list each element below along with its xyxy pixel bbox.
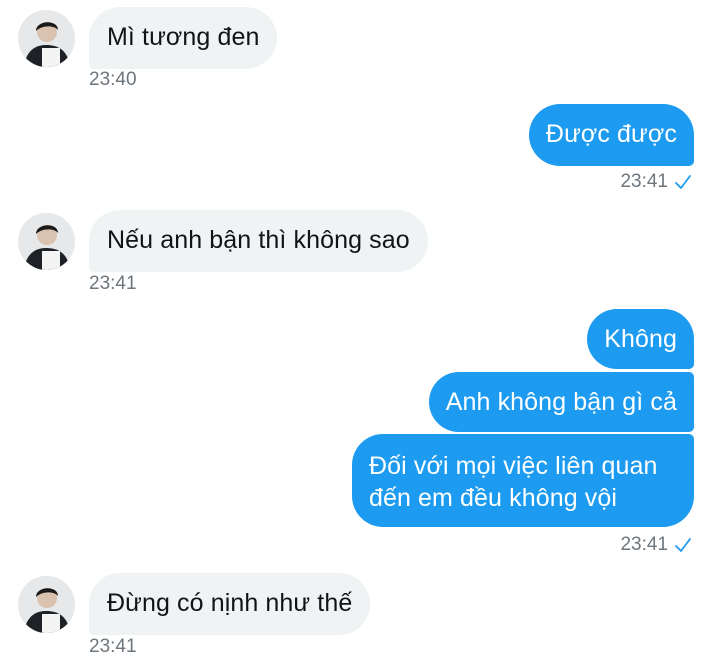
message-bubble-outgoing[interactable]: Đối với mọi việc liên quan đến em đều kh…: [352, 434, 694, 527]
check-icon: [675, 538, 691, 552]
message-timestamp: 23:40: [89, 69, 137, 90]
check-icon: [675, 175, 691, 189]
message-bubble-outgoing[interactable]: Không: [587, 309, 694, 369]
message-bubble-incoming[interactable]: Đừng có nịnh như thế: [89, 573, 371, 635]
message-bubble-incoming[interactable]: Mì tương đen: [89, 7, 278, 69]
avatar[interactable]: [18, 213, 75, 270]
message-timestamp: 23:41: [89, 273, 137, 294]
avatar[interactable]: [18, 10, 75, 67]
avatar[interactable]: [18, 576, 75, 633]
message-meta: 23:41: [620, 171, 692, 193]
message-bubble-outgoing[interactable]: Anh không bận gì cả: [428, 372, 694, 432]
message-timestamp: 23:41: [89, 636, 137, 657]
message-bubble-incoming[interactable]: Nếu anh bận thì không sao: [89, 210, 428, 272]
message-meta: 23:41: [620, 534, 692, 556]
message-timestamp: 23:41: [620, 171, 668, 192]
message-bubble-outgoing[interactable]: Được được: [528, 104, 694, 166]
message-timestamp: 23:41: [620, 534, 668, 555]
message-thread: Mì tương đen 23:40 Được được 23:41 Nếu a…: [0, 0, 720, 665]
